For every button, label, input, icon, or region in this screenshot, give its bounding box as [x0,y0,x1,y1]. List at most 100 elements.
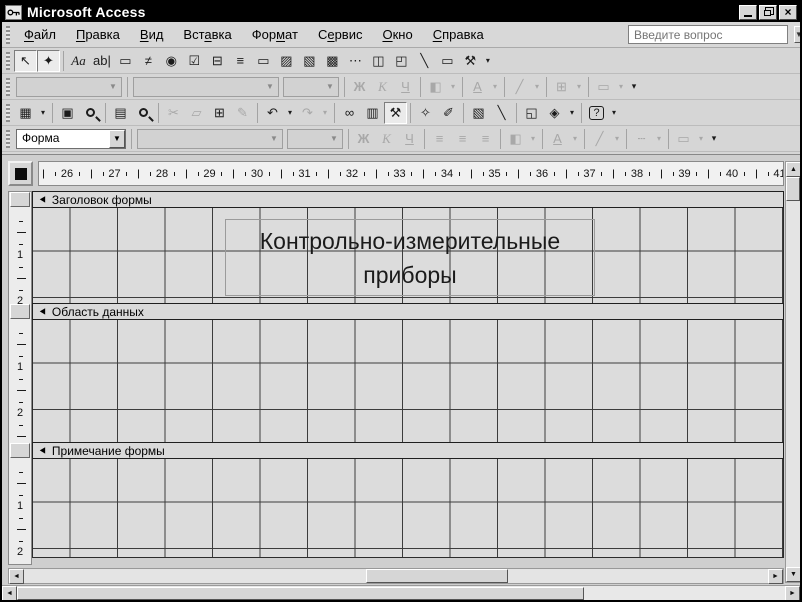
form-horizontal-scrollbar[interactable]: ◄ ► [8,568,784,584]
image-button[interactable]: ▨ [275,50,298,72]
close-button[interactable]: × [779,5,797,20]
textbox-button[interactable]: ab| [90,50,114,72]
more-controls-dropdown[interactable]: ▾ [482,50,494,72]
section-grid-detail[interactable] [32,320,784,442]
undo-dropdown[interactable]: ▾ [284,102,296,124]
ask-question-input[interactable] [629,26,794,43]
scroll-down-icon[interactable]: ▼ [786,567,801,582]
help-dropdown[interactable]: ▾ [608,102,620,124]
menu-Окно[interactable]: Окно [372,24,422,45]
option-button-button[interactable]: ◉ [160,50,183,72]
vertical-scrollbar[interactable]: ▲ ▼ [785,161,801,583]
menu-Правка[interactable]: Правка [66,24,130,45]
object-select-dropdown-icon[interactable]: ▼ [109,130,125,148]
chevron-down-icon[interactable]: ▼ [794,26,802,43]
option-group-button[interactable]: ▭ [114,50,137,72]
properties-button[interactable]: ▧ [467,102,490,124]
page-break-button[interactable]: ⋯ [344,50,367,72]
listbox-button[interactable]: ≡ [229,50,252,72]
vertical-ruler[interactable]: 121212 [8,191,32,565]
undo-button[interactable]: ↶ [261,102,284,124]
menu-Формат[interactable]: Формат [242,24,308,45]
control-wizard-button[interactable]: ✦ [37,50,60,72]
menu-Справка[interactable]: Справка [423,24,494,45]
form-title-label[interactable]: Контрольно-измерительные приборы [225,219,595,296]
toolbar-separator [344,77,345,97]
horizontal-ruler[interactable]: 26272829303132333435363738394041 [38,161,784,186]
view-button[interactable]: ▦ [14,102,37,124]
vertical-scroll-thumb[interactable] [786,177,800,201]
label-button[interactable]: Aa [67,50,90,72]
toolbar-separator [348,129,349,149]
minimize-button[interactable] [739,5,757,20]
toolbar-grip-handle[interactable] [6,52,10,70]
ruler-tick [43,169,44,178]
section-bar-form-footer[interactable]: ◄Примечание формы [32,442,784,459]
build-button[interactable]: ╲ [490,102,513,124]
print-button[interactable]: ▤ [109,102,132,124]
field-list-button[interactable]: ▥ [361,102,384,124]
ask-question-box[interactable]: ▼ [628,25,788,44]
print-preview-button[interactable] [132,102,155,124]
toolbar-grip-handle[interactable] [6,130,10,148]
section-selector[interactable] [10,192,30,207]
file-search-button[interactable] [79,102,102,124]
window-horizontal-scrollbar[interactable]: ◄ ► [2,585,800,600]
window-scroll-thumb[interactable] [17,587,584,600]
select-pointer-button[interactable]: ↖ [14,50,37,72]
unbound-object-frame-button[interactable]: ▧ [298,50,321,72]
scroll-left-icon[interactable]: ◄ [9,569,24,584]
help-button[interactable]: ? [585,102,608,124]
section-bar-detail[interactable]: ◄Область данных [32,303,784,320]
insert-hyperlink-button[interactable]: ∞ [338,102,361,124]
database-window-button[interactable]: ◱ [520,102,543,124]
ruler-tick [554,172,555,176]
checkbox-button[interactable]: ☑ [183,50,206,72]
toggle-button-button[interactable]: ≠ [137,50,160,72]
code-button[interactable]: ✐ [437,102,460,124]
scroll-right-icon[interactable]: ► [768,569,783,584]
menu-Сервис[interactable]: Сервис [308,24,373,45]
scroll-right-icon[interactable]: ► [785,586,800,601]
view-dropdown[interactable]: ▾ [37,102,49,124]
section-grid-form-header[interactable]: Контрольно-измерительные приборы [32,208,784,303]
new-object-button[interactable]: ◈ [543,102,566,124]
more-controls-button[interactable]: ⚒ [459,50,482,72]
menu-Вид[interactable]: Вид [130,24,174,45]
command-button-button[interactable]: ▭ [252,50,275,72]
tab-control-button[interactable]: ◫ [367,50,390,72]
toolbar-options-button[interactable]: ▾ [627,76,641,98]
combobox-button[interactable]: ⊟ [206,50,229,72]
section-selector[interactable] [10,304,30,319]
toolbar-options-button[interactable]: ▾ [707,128,721,150]
horizontal-scroll-thumb[interactable] [366,569,507,583]
ruler-tick [708,169,709,178]
menu-Файл[interactable]: Файл [14,24,66,45]
menu-Вставка[interactable]: Вставка [173,24,241,45]
scroll-up-icon[interactable]: ▲ [786,162,801,177]
new-object-dropdown[interactable]: ▾ [566,102,578,124]
save-button[interactable]: ▣ [56,102,79,124]
special-effect-button: ▭ [592,76,615,98]
toolbox-button[interactable]: ⚒ [384,102,407,124]
autoformat-button[interactable]: ✧ [414,102,437,124]
rectangle-button[interactable]: ▭ [436,50,459,72]
section-grid-form-footer[interactable] [32,459,784,558]
menubar-grip-handle[interactable] [6,26,10,44]
section-bar-form-header[interactable]: ◄Заголовок формы [32,191,784,208]
toolbar-grip-handle[interactable] [6,104,10,122]
form-selector-box[interactable] [8,161,33,186]
object-select-combo[interactable]: Форма▼ [16,129,126,149]
restore-button[interactable] [759,5,777,20]
subform-button[interactable]: ◰ [390,50,413,72]
copy-button: ▱ [185,102,208,124]
section-selector[interactable] [10,443,30,458]
underline-button: Ч [394,76,417,98]
scroll-left-icon[interactable]: ◄ [2,586,17,601]
ruler-tick [768,172,769,176]
paste-button[interactable]: ⊞ [208,102,231,124]
bound-object-frame-button[interactable]: ▩ [321,50,344,72]
toolbar-grip-handle[interactable] [6,78,10,96]
line-button[interactable]: ╲ [413,50,436,72]
font-size-combo: ▼ [287,129,343,149]
